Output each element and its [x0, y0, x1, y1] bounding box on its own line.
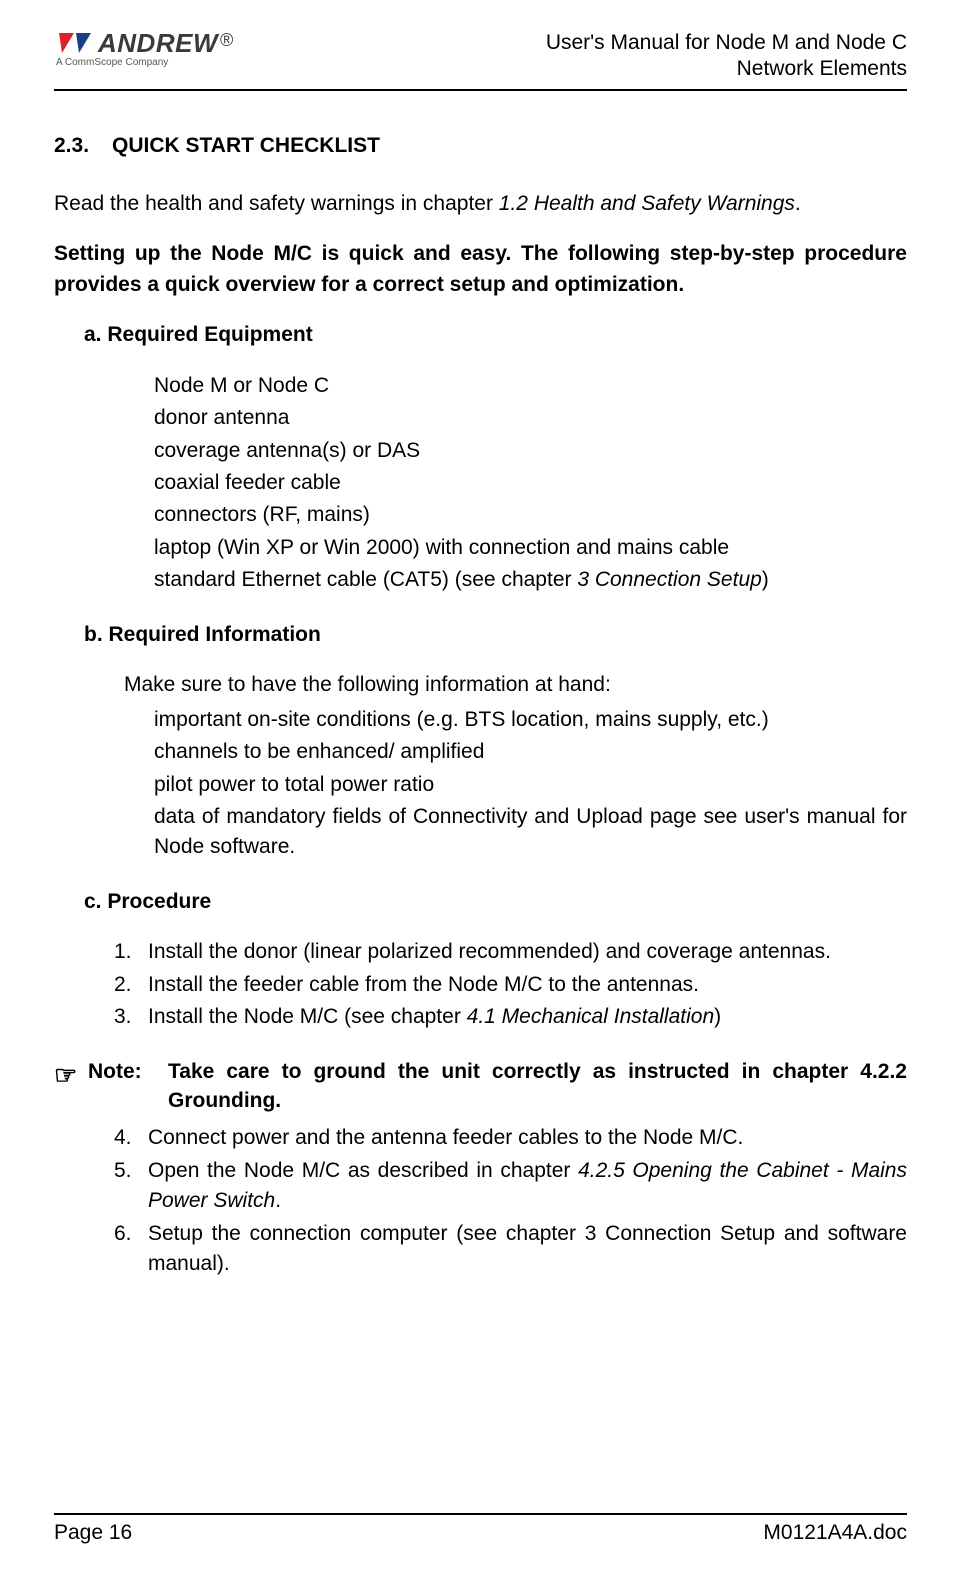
list-item: coverage antenna(s) or DAS: [154, 436, 907, 466]
list-item: connectors (RF, mains): [154, 500, 907, 530]
info-list: important on-site conditions (e.g. BTS l…: [54, 705, 907, 863]
list-item: standard Ethernet cable (CAT5) (see chap…: [154, 565, 907, 595]
list-item: data of mandatory fields of Connectivity…: [154, 802, 907, 863]
step-number: 4.: [114, 1123, 148, 1153]
intro-paragraph: Read the health and safety warnings in c…: [54, 189, 907, 219]
header-title-line2: Network Elements: [546, 56, 907, 82]
page: ANDREW ® A CommScope Company User's Manu…: [0, 0, 961, 1575]
intro-post: .: [795, 192, 801, 215]
header-title-line1: User's Manual for Node M and Node C: [546, 30, 907, 56]
subheading-c: c. Procedure: [84, 887, 907, 917]
subheading-b: b. Required Information: [84, 620, 907, 650]
step-text: Install the donor (linear polarized reco…: [148, 937, 907, 967]
footer-page: Page 16: [54, 1521, 132, 1545]
step-number: 5.: [114, 1156, 148, 1217]
page-footer: Page 16 M0121A4A.doc: [54, 1513, 907, 1545]
step-text: Setup the connection computer (see chapt…: [148, 1219, 907, 1280]
step-number: 2.: [114, 970, 148, 1000]
intro-pre: Read the health and safety warnings in c…: [54, 192, 499, 215]
list-item: 4. Connect power and the antenna feeder …: [114, 1123, 907, 1153]
page-header: ANDREW ® A CommScope Company User's Manu…: [54, 30, 907, 91]
list-item: laptop (Win XP or Win 2000) with connect…: [154, 533, 907, 563]
section-number: 2.3.: [54, 131, 112, 161]
list-item: donor antenna: [154, 403, 907, 433]
list-item: coaxial feeder cable: [154, 468, 907, 498]
subheading-a: a. Required Equipment: [84, 320, 907, 350]
list-item: Node M or Node C: [154, 371, 907, 401]
procedure-list-2: 4. Connect power and the antenna feeder …: [54, 1123, 907, 1279]
step-text: Open the Node M/C as described in chapte…: [148, 1156, 907, 1217]
header-title: User's Manual for Node M and Node C Netw…: [546, 30, 907, 83]
note-block: ☞ Note: Take care to ground the unit cor…: [54, 1057, 907, 1116]
body-content: 2.3.QUICK START CHECKLIST Read the healt…: [54, 121, 907, 1514]
list-item: pilot power to total power ratio: [154, 770, 907, 800]
logo-block: ANDREW ® A CommScope Company: [54, 30, 233, 68]
list-item: important on-site conditions (e.g. BTS l…: [154, 705, 907, 735]
list-item: 3. Install the Node M/C (see chapter 4.1…: [114, 1002, 907, 1032]
logo-icon: [54, 31, 96, 55]
step-number: 3.: [114, 1002, 148, 1032]
section-title: QUICK START CHECKLIST: [112, 134, 380, 157]
step-number: 1.: [114, 937, 148, 967]
equipment-list: Node M or Node C donor antenna coverage …: [54, 371, 907, 596]
logo-text: ANDREW: [98, 30, 218, 56]
step-text: Connect power and the antenna feeder cab…: [148, 1123, 907, 1153]
list-item: 5. Open the Node M/C as described in cha…: [114, 1156, 907, 1217]
intro-ref: 1.2 Health and Safety Warnings: [499, 192, 795, 215]
step-number: 6.: [114, 1219, 148, 1280]
note-label: Note:: [88, 1057, 168, 1116]
step-text: Install the Node M/C (see chapter 4.1 Me…: [148, 1002, 907, 1032]
logo-subtext: A CommScope Company: [56, 58, 233, 68]
info-intro: Make sure to have the following informat…: [124, 670, 907, 700]
lead-paragraph: Setting up the Node M/C is quick and eas…: [54, 239, 907, 300]
pointing-hand-icon: ☞: [54, 1057, 88, 1116]
footer-doc: M0121A4A.doc: [763, 1521, 907, 1545]
procedure-list-1: 1. Install the donor (linear polarized r…: [54, 937, 907, 1032]
list-item: 2. Install the feeder cable from the Nod…: [114, 970, 907, 1000]
step-text: Install the feeder cable from the Node M…: [148, 970, 907, 1000]
list-item: channels to be enhanced/ amplified: [154, 737, 907, 767]
list-item: 1. Install the donor (linear polarized r…: [114, 937, 907, 967]
list-item: 6. Setup the connection computer (see ch…: [114, 1219, 907, 1280]
note-text: Take care to ground the unit correctly a…: [168, 1057, 907, 1116]
section-heading: 2.3.QUICK START CHECKLIST: [54, 131, 907, 161]
